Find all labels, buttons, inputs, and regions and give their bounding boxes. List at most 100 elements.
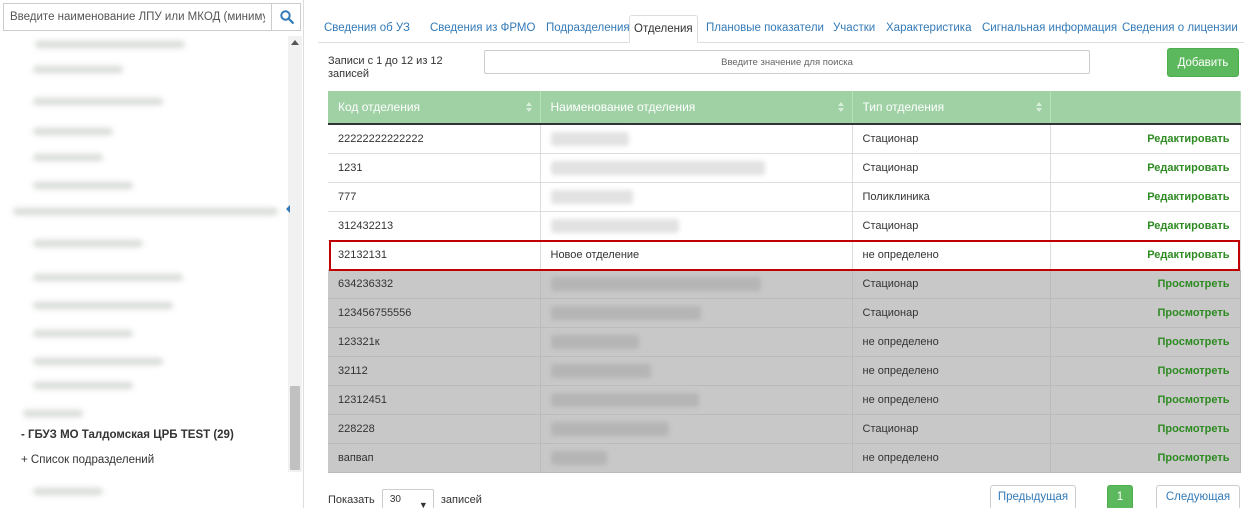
blurred-tree-item[interactable] xyxy=(33,240,143,247)
cell-code: 312432213 xyxy=(328,211,541,241)
column-header-code[interactable]: Код отделения xyxy=(328,91,541,125)
blurred-name xyxy=(550,450,607,465)
cell-code: 22222222222222 xyxy=(328,124,541,154)
scroll-up-arrow-icon[interactable] xyxy=(291,40,299,45)
blurred-tree-item[interactable] xyxy=(35,41,185,48)
table-search-input[interactable] xyxy=(484,50,1090,74)
edit-link[interactable]: Редактировать xyxy=(1147,220,1229,232)
view-link[interactable]: Просмотреть xyxy=(1158,307,1230,319)
cell-action: Редактировать xyxy=(1050,182,1241,212)
cell-action: Просмотреть xyxy=(1050,269,1241,299)
table-row[interactable]: 123321к не определено Просмотреть xyxy=(328,327,1241,357)
cell-type: не определено xyxy=(852,356,1051,386)
blurred-tree-item[interactable] xyxy=(33,98,163,105)
cell-code: 228228 xyxy=(328,414,541,444)
tab-uz-info[interactable]: Сведения об УЗ xyxy=(320,15,414,42)
cell-action: Просмотреть xyxy=(1050,385,1241,415)
org-search-button[interactable] xyxy=(271,3,301,31)
panel-collapse-arrow-icon[interactable] xyxy=(286,205,290,213)
blurred-tree-item[interactable] xyxy=(33,302,173,309)
table-row[interactable]: 777 Поликлиника Редактировать xyxy=(328,182,1241,212)
cell-type: не определено xyxy=(852,240,1051,270)
view-link[interactable]: Просмотреть xyxy=(1158,423,1230,435)
view-link[interactable]: Просмотреть xyxy=(1158,452,1230,464)
left-panel: - ГБУЗ МО Талдомская ЦРБ TEST (29) + Спи… xyxy=(0,0,304,508)
blurred-tree-item[interactable] xyxy=(33,128,113,135)
cell-name xyxy=(540,356,853,386)
cell-code: 1231 xyxy=(328,153,541,183)
table-row-highlighted[interactable]: 32132131 Новое отделение не определено Р… xyxy=(328,240,1241,270)
table-row[interactable]: 32112 не определено Просмотреть xyxy=(328,356,1241,386)
cell-type: Стационар xyxy=(852,124,1051,154)
table-row[interactable]: 22222222222222 Стационар Редактировать xyxy=(328,124,1241,154)
prev-page-button[interactable]: Предыдущая xyxy=(990,485,1076,508)
add-button[interactable]: Добавить xyxy=(1167,48,1239,77)
edit-link[interactable]: Редактировать xyxy=(1147,191,1229,203)
table-row[interactable]: 123456755556 Стационар Просмотреть xyxy=(328,298,1241,328)
table-row[interactable]: 12312451 не определено Просмотреть xyxy=(328,385,1241,415)
blurred-tree-item[interactable] xyxy=(13,208,278,215)
tab-frmo-info[interactable]: Сведения из ФРМО xyxy=(426,15,539,42)
blurred-tree-item[interactable] xyxy=(33,274,183,281)
tab-planned-indicators[interactable]: Плановые показатели xyxy=(702,15,828,42)
blurred-tree-item[interactable] xyxy=(23,410,83,417)
column-header-actions xyxy=(1050,91,1241,125)
page-size-select[interactable]: 30 ▼ xyxy=(381,489,434,508)
blurred-tree-item[interactable] xyxy=(33,154,103,161)
tab-subdivisions[interactable]: Подразделения xyxy=(542,15,634,42)
main-panel: Сведения об УЗ Сведения из ФРМО Подразде… xyxy=(318,0,1244,508)
blurred-tree-item[interactable] xyxy=(33,66,123,73)
blurred-tree-item[interactable] xyxy=(33,330,133,337)
cell-name xyxy=(540,385,853,415)
tree-scrollbar[interactable] xyxy=(288,36,302,472)
blurred-tree-item[interactable] xyxy=(33,382,133,389)
blurred-tree-item[interactable] xyxy=(33,358,163,365)
column-header-name[interactable]: Наименование отделения xyxy=(540,91,853,125)
cell-code: 32112 xyxy=(328,356,541,386)
tab-departments[interactable]: Отделения xyxy=(629,15,698,43)
next-page-button[interactable]: Следующая xyxy=(1156,485,1240,508)
edit-link[interactable]: Редактировать xyxy=(1147,162,1229,174)
blurred-tree-item[interactable] xyxy=(33,488,103,495)
records-info: Записи с 1 до 12 из 12 записей xyxy=(328,55,443,80)
cell-action: Редактировать xyxy=(1050,124,1241,154)
blurred-tree-item[interactable] xyxy=(33,182,133,189)
scroll-thumb[interactable] xyxy=(290,386,300,470)
cell-type: не определено xyxy=(852,327,1051,357)
view-link[interactable]: Просмотреть xyxy=(1158,394,1230,406)
cell-type: Стационар xyxy=(852,414,1051,444)
blurred-name xyxy=(550,276,761,291)
view-link[interactable]: Просмотреть xyxy=(1158,336,1230,348)
page-1-button[interactable]: 1 xyxy=(1107,485,1133,508)
column-header-type[interactable]: Тип отделения xyxy=(852,91,1051,125)
edit-link[interactable]: Редактировать xyxy=(1147,249,1229,261)
cell-type: Стационар xyxy=(852,269,1051,299)
cell-name xyxy=(540,182,853,212)
tab-characteristics[interactable]: Характеристика xyxy=(882,15,976,42)
cell-name xyxy=(540,443,853,473)
cell-type: Стационар xyxy=(852,211,1051,241)
table-row[interactable]: вапвап не определено Просмотреть xyxy=(328,443,1241,473)
show-label: Показать xyxy=(328,493,375,506)
tab-sections[interactable]: Участки xyxy=(829,15,879,42)
org-search-input[interactable] xyxy=(3,3,271,31)
table-row[interactable]: 1231 Стационар Редактировать xyxy=(328,153,1241,183)
tree-item-org[interactable]: - ГБУЗ МО Талдомская ЦРБ TEST (29) xyxy=(21,429,234,441)
tree-item-subdivisions[interactable]: + Список подразделений xyxy=(21,454,154,466)
table-row[interactable]: 312432213 Стационар Редактировать xyxy=(328,211,1241,241)
org-search xyxy=(3,3,301,33)
tab-signal-info[interactable]: Сигнальная информация xyxy=(978,15,1121,42)
table-row[interactable]: 228228 Стационар Просмотреть xyxy=(328,414,1241,444)
cell-name xyxy=(540,298,853,328)
blurred-name xyxy=(550,421,669,436)
cell-action: Редактировать xyxy=(1050,153,1241,183)
view-link[interactable]: Просмотреть xyxy=(1158,365,1230,377)
tab-license-info[interactable]: Сведения о лицензии xyxy=(1118,15,1242,42)
view-link[interactable]: Просмотреть xyxy=(1158,278,1230,290)
cell-name xyxy=(540,211,853,241)
edit-link[interactable]: Редактировать xyxy=(1147,133,1229,145)
table-header-row: Код отделения Наименование отделения Тип… xyxy=(328,91,1241,125)
table-row[interactable]: 634236332 Стационар Просмотреть xyxy=(328,269,1241,299)
cell-action: Просмотреть xyxy=(1050,298,1241,328)
cell-name xyxy=(540,153,853,183)
